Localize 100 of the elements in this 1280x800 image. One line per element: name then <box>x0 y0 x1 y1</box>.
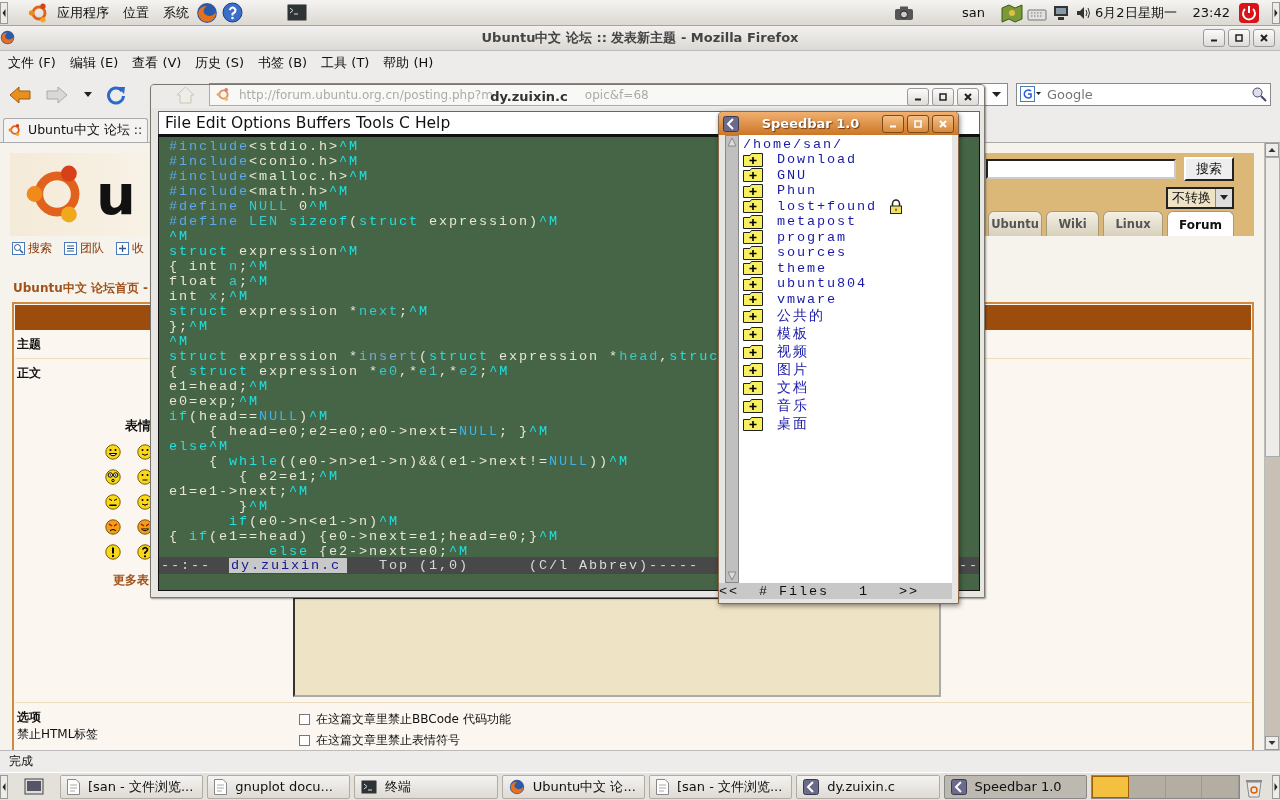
folder-name[interactable]: lost+found <box>777 198 877 214</box>
folder-expand-icon[interactable] <box>743 183 763 198</box>
list-icon[interactable] <box>64 242 77 256</box>
menu-item[interactable]: File <box>163 114 194 132</box>
folder-name[interactable]: metapost <box>777 214 857 230</box>
folder-name[interactable]: theme <box>777 260 827 276</box>
folder-expand-icon[interactable] <box>743 345 763 359</box>
folder-name[interactable]: 文档 <box>777 379 809 397</box>
folder-name[interactable]: 图片 <box>777 361 809 379</box>
menu-item[interactable]: 帮助 (H) <box>378 53 443 72</box>
taskbar-button[interactable]: Ubuntu中文 论... <box>501 774 645 799</box>
folder-name[interactable]: Phun <box>777 183 817 199</box>
scroll-down-icon[interactable] <box>1265 736 1279 751</box>
taskbar-button[interactable]: dy.zuixin.c <box>796 774 940 799</box>
smiley-icon[interactable] <box>105 544 121 561</box>
workspace-switcher[interactable] <box>1090 774 1240 799</box>
close-button[interactable] <box>1253 28 1275 47</box>
folder-name[interactable]: 公共的 <box>777 307 825 325</box>
browser-tab[interactable]: Ubuntu中文 论坛 :: <box>3 117 148 142</box>
folder-expand-icon[interactable] <box>743 417 763 431</box>
folder-expand-icon[interactable] <box>743 292 763 307</box>
folder-expand-icon[interactable] <box>743 168 763 183</box>
folder-name[interactable]: program <box>777 229 847 245</box>
scroll-right-icon[interactable] <box>1272 774 1280 799</box>
scrollbar-thumb[interactable] <box>1265 156 1280 457</box>
back-icon[interactable] <box>8 83 32 106</box>
page-link[interactable]: 收 <box>132 240 144 258</box>
panel-menu[interactable]: 位置 <box>116 3 156 22</box>
convert-select[interactable]: 不转换 <box>1166 186 1234 209</box>
page-link[interactable]: 团队 <box>80 240 104 258</box>
site-tab[interactable]: Forum <box>1167 211 1234 237</box>
show-desktop-icon[interactable] <box>23 776 44 797</box>
checkbox-label[interactable]: 在这篇文章里禁止表情符号 <box>316 732 460 750</box>
taskbar-button[interactable]: 终端 <box>354 774 498 799</box>
taskbar-button[interactable]: [san - 文件浏览... <box>648 774 793 799</box>
dropdown-icon[interactable] <box>992 91 1001 98</box>
search-icon[interactable] <box>12 242 25 256</box>
folder-expand-icon[interactable] <box>743 214 763 229</box>
menu-item[interactable]: Options <box>228 114 294 132</box>
site-search-field[interactable] <box>986 158 1176 179</box>
minimize-button[interactable] <box>1203 28 1225 47</box>
search-engine-icon[interactable] <box>1020 86 1042 103</box>
folder-expand-icon[interactable] <box>743 230 763 245</box>
folder-name[interactable]: 视频 <box>777 343 809 361</box>
scroll-up-icon[interactable] <box>1265 142 1279 157</box>
folder-name[interactable]: 桌面 <box>777 415 809 433</box>
menu-item[interactable]: Edit <box>193 114 229 132</box>
date-label[interactable]: 6月2日星期一 <box>1095 3 1177 22</box>
user-name[interactable]: san <box>962 5 985 20</box>
folder-expand-icon[interactable] <box>743 276 763 291</box>
menu-item[interactable]: 书签 (B) <box>252 53 317 72</box>
maximize-button[interactable] <box>1228 28 1250 47</box>
folder-name[interactable]: vmware <box>777 291 837 307</box>
site-tab[interactable]: Linux <box>1103 211 1163 237</box>
smiley-icon[interactable] <box>105 519 121 536</box>
camera-icon[interactable] <box>894 4 914 21</box>
home-icon[interactable] <box>175 84 196 105</box>
panel-menu[interactable]: 应用程序 <box>50 3 116 22</box>
folder-name[interactable]: sources <box>777 245 847 261</box>
taskbar-button[interactable]: [san - 文件浏览... <box>59 774 204 799</box>
folder-expand-icon[interactable] <box>743 245 763 260</box>
menu-item[interactable]: 查看 (V) <box>127 53 191 72</box>
scroll-right-icon[interactable] <box>1272 1 1280 24</box>
help-icon[interactable] <box>222 2 243 23</box>
folder-name[interactable]: GNU <box>777 167 807 183</box>
folder-name[interactable]: Download <box>777 152 857 168</box>
minimize-button[interactable] <box>882 114 904 133</box>
add-icon[interactable] <box>116 242 129 256</box>
folder-expand-icon[interactable] <box>743 399 763 413</box>
menu-item[interactable]: Buffers <box>293 114 354 132</box>
panel-menu[interactable]: 系统 <box>156 3 196 22</box>
menu-item[interactable]: 文件 (F) <box>3 53 65 72</box>
search-field[interactable]: Google <box>1016 83 1271 107</box>
firefox-launcher-icon[interactable] <box>196 1 218 24</box>
menu-item[interactable]: 编辑 (E) <box>64 53 128 72</box>
folder-expand-icon[interactable] <box>743 152 763 167</box>
folder-expand-icon[interactable] <box>743 363 763 377</box>
checkbox[interactable] <box>299 735 310 747</box>
page-link[interactable]: 搜索 <box>28 240 52 258</box>
clock-time[interactable]: 23:42 <box>1192 5 1230 20</box>
menu-item[interactable]: Help <box>412 114 454 132</box>
scroll-left-icon[interactable] <box>0 1 8 24</box>
folder-name[interactable]: 音乐 <box>777 397 809 415</box>
taskbar-button[interactable]: gnuplot docu... <box>207 774 351 799</box>
smiley-icon[interactable] <box>105 469 121 486</box>
folder-name[interactable]: ubuntu804 <box>777 276 867 292</box>
smiley-icon[interactable] <box>105 444 121 461</box>
folder-name[interactable]: 模板 <box>777 325 809 343</box>
folder-expand-icon[interactable] <box>743 309 763 323</box>
taskbar-button[interactable]: Speedbar 1.0 <box>943 774 1087 799</box>
site-tab[interactable]: Ubuntu <box>988 211 1042 237</box>
folder-expand-icon[interactable] <box>743 199 763 214</box>
folder-expand-icon[interactable] <box>743 327 763 341</box>
power-icon[interactable] <box>1238 1 1260 24</box>
checkbox-label[interactable]: 在这篇文章里禁止BBCode 代码功能 <box>316 711 511 729</box>
menu-item[interactable]: Tools <box>353 114 398 132</box>
close-button[interactable] <box>932 114 954 133</box>
menu-item[interactable]: 历史 (S) <box>190 53 253 72</box>
search-icon[interactable] <box>1251 86 1267 103</box>
terminal-launcher-icon[interactable] <box>287 4 307 21</box>
